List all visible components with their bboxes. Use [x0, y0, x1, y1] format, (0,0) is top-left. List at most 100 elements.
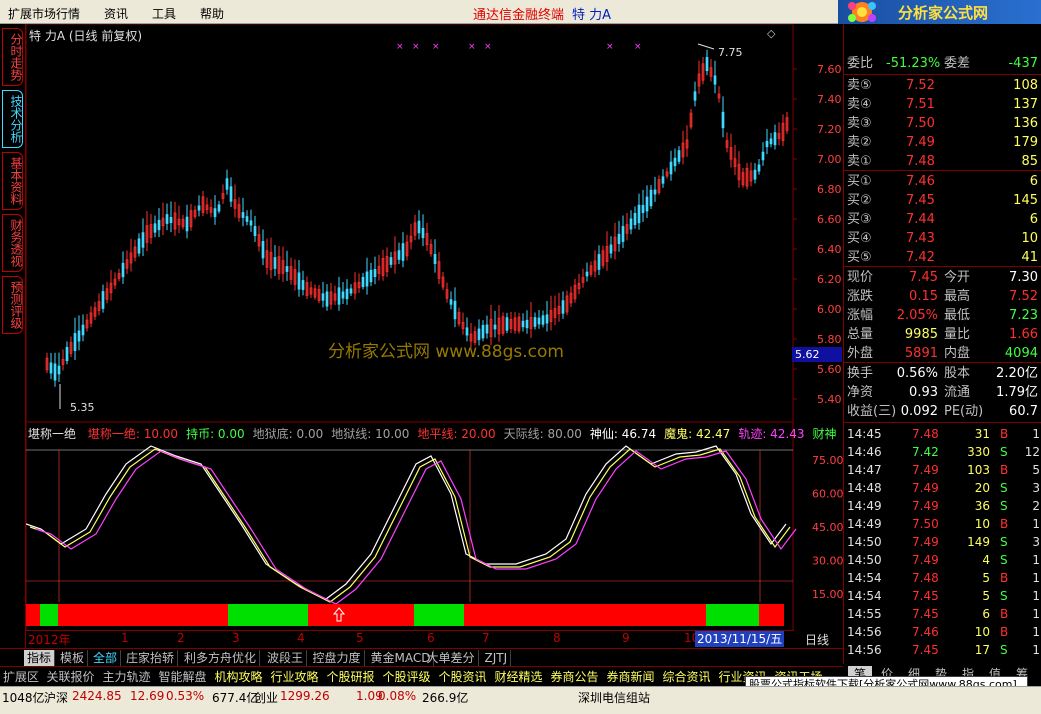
status-amount-1: 1048亿 — [2, 691, 45, 705]
menu-item-tools[interactable]: 工具 — [152, 5, 176, 22]
band-segment — [58, 604, 228, 626]
indicator-param: 地狱线: 10.00 — [331, 427, 410, 441]
tick-row: 14:48 7.49 20 S 3 — [847, 481, 1040, 495]
order-book-row: 买① 7.46 6 — [847, 174, 1038, 189]
tick-row: 14:49 7.49 36 S 2 — [847, 499, 1040, 513]
candle-body — [493, 324, 497, 330]
candle-body — [53, 363, 57, 381]
signal-marker: × — [484, 42, 492, 52]
tab-intraday[interactable]: 分时走势 — [2, 28, 23, 86]
candle-body — [629, 218, 633, 230]
function-tab[interactable]: 券商新闻 — [607, 669, 655, 685]
tab-technical[interactable]: 技术分析 — [2, 90, 23, 148]
candle-body — [365, 271, 369, 287]
period-label[interactable]: 日线 — [805, 631, 829, 648]
indicator-param: 地平线: 20.00 — [417, 427, 496, 441]
indicator-tab[interactable]: 波段王 — [264, 650, 308, 666]
osc-tick-label: 75.00 — [812, 454, 843, 467]
menu-item-news[interactable]: 资讯 — [104, 5, 128, 22]
candle-body — [285, 266, 289, 272]
tab-financials[interactable]: 财务透视 — [2, 214, 23, 272]
indicator-tab[interactable]: 大单差分 — [424, 650, 479, 666]
high-price-label: 7.75 — [718, 46, 743, 59]
price-tick-label: 6.00 — [817, 303, 842, 316]
price-tick-label: 7.20 — [817, 123, 842, 136]
time-label: 9 — [622, 631, 630, 645]
candle-body — [81, 324, 85, 336]
stat-row: 涨幅 2.05% 最低 7.23 — [847, 308, 1038, 323]
function-tab[interactable]: 行业攻略 — [271, 669, 319, 685]
candle-body — [525, 319, 529, 329]
candle-body — [137, 238, 141, 254]
order-book-row: 买② 7.45 145 — [847, 193, 1038, 208]
tab-rating[interactable]: 预测评级 — [2, 276, 23, 334]
side-tab-bar: 分时走势 技术分析 基本资料 财务透视 预测评级 — [0, 24, 26, 664]
osc-tick-label: 30.00 — [812, 555, 843, 568]
signal-marker: × — [432, 42, 440, 52]
function-tab[interactable]: 扩展区 — [3, 669, 39, 685]
time-axis — [26, 630, 794, 648]
indicator-tab[interactable]: 模板 — [57, 650, 89, 666]
candle-body — [421, 227, 425, 239]
candle-body — [693, 91, 697, 101]
function-tab[interactable]: 个股评级 — [383, 669, 431, 685]
indicator-param: 财神 — [812, 427, 837, 441]
tab-fundamentals[interactable]: 基本资料 — [2, 152, 23, 210]
function-tab[interactable]: 主力轨迹 — [103, 669, 151, 685]
stat-row: 外盘 5891 内盘 4094 — [847, 346, 1038, 361]
indicator-tab[interactable]: 控盘力度 — [310, 650, 365, 666]
candle-body — [765, 140, 769, 148]
candle-body — [537, 317, 541, 325]
function-tab[interactable]: 智能解盘 — [159, 669, 207, 685]
current-price-tag: 5.62 — [792, 347, 842, 362]
menu-item-market[interactable]: 扩展市场行情 — [8, 5, 80, 22]
candle-body — [65, 346, 69, 362]
function-tab[interactable]: 机构攻略 — [215, 669, 263, 685]
menu-item-help[interactable]: 帮助 — [200, 5, 224, 22]
candle-body — [705, 56, 709, 72]
price-tick-label: 7.40 — [817, 93, 842, 106]
candle-body — [249, 220, 253, 226]
band-segment — [759, 604, 784, 626]
indicator-tab[interactable]: 利多方舟优化 — [181, 650, 261, 666]
candle-body — [641, 204, 645, 214]
candle-body — [753, 169, 757, 180]
function-tab[interactable]: 综合资讯 — [663, 669, 711, 685]
function-tab[interactable]: 券商公告 — [551, 669, 599, 685]
index-value-hs: 2424.85 — [72, 689, 122, 703]
function-tab[interactable]: 财经精选 — [495, 669, 543, 685]
function-tab[interactable]: 个股研报 — [327, 669, 375, 685]
indicator-param: 神仙: 46.74 — [589, 427, 657, 441]
candle-body — [121, 262, 125, 278]
indicator-tab[interactable]: 全部 — [90, 650, 122, 666]
candle-body — [621, 226, 625, 242]
chart-pin-icon[interactable]: ◇ — [767, 27, 775, 40]
candle-body — [101, 291, 105, 309]
low-price-label: 5.35 — [70, 401, 95, 414]
candle-body — [73, 333, 77, 351]
candle-body — [245, 216, 249, 222]
candle-body — [325, 291, 329, 307]
candle-body — [433, 254, 437, 264]
indicator-param: 地狱底: 0.00 — [252, 427, 324, 441]
server-station[interactable]: 深圳电信组站 — [578, 689, 650, 706]
menu-bar: 扩展市场行情 资讯 工具 帮助 通达信金融终端特 力A 分析家公式网 — [0, 0, 1041, 24]
stat-row: 收益(三) 0.092 PE(动) 60.7 — [847, 404, 1038, 419]
price-tick-label: 6.60 — [817, 213, 842, 226]
indicator-tab[interactable]: 庄家抬轿 — [123, 650, 179, 666]
candle-body — [617, 233, 621, 245]
tick-row: 14:56 7.46 10 B 1 — [847, 625, 1040, 639]
candle-body — [169, 217, 173, 223]
function-tab[interactable]: 个股资讯 — [439, 669, 487, 685]
main-chart[interactable]: 7.60 7.40 7.20 7.00 6.80 6.60 6.40 6.20 6.00 5.80… — [26, 24, 843, 648]
function-tab[interactable]: 关联报价 — [47, 669, 95, 685]
tick-row: 14:46 7.42 330 S 12 — [847, 445, 1040, 459]
buy-sell-band — [26, 604, 784, 626]
indicator-tab[interactable]: 指标 — [24, 650, 56, 666]
time-label: 3 — [232, 631, 240, 645]
indicator-tab[interactable]: ZJTJ — [482, 650, 512, 666]
candle-body — [761, 151, 765, 161]
candle-body — [397, 250, 401, 260]
signal-marker: × — [606, 42, 614, 52]
candle-body — [337, 287, 341, 305]
